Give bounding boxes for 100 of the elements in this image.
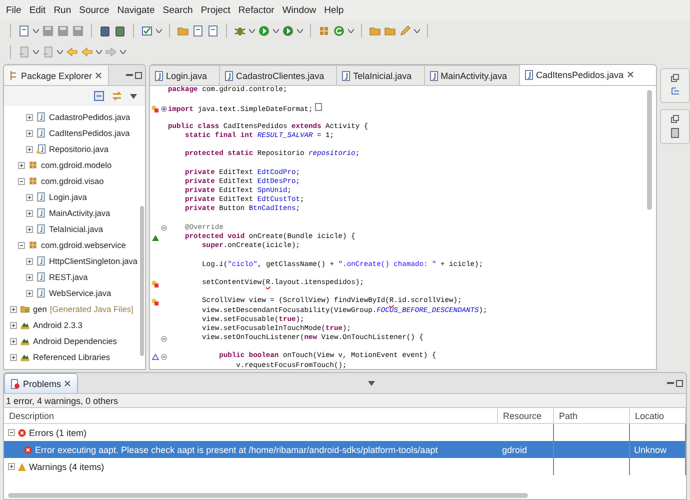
tree-item[interactable]: WebService.java <box>49 288 112 298</box>
view-menu-icon[interactable] <box>130 94 137 98</box>
expand-icon[interactable] <box>18 162 25 168</box>
scrollbar-thumb[interactable] <box>8 493 528 498</box>
run-icon[interactable] <box>282 24 294 36</box>
tree-item[interactable]: REST.java <box>49 272 88 282</box>
quick-fix-error-icon[interactable] <box>151 104 159 113</box>
tree-item[interactable]: gen <box>33 304 47 314</box>
tree-item[interactable]: Referenced Libraries <box>33 352 110 362</box>
editor-tab[interactable]: CadastroClientes.java <box>220 65 338 85</box>
new-file-icon[interactable] <box>207 24 219 36</box>
fold-expand-icon[interactable] <box>161 106 167 112</box>
package-icon[interactable] <box>318 24 330 36</box>
restore-icon[interactable] <box>671 74 679 82</box>
menu-item[interactable]: Source <box>75 4 114 16</box>
expand-icon[interactable] <box>26 274 33 280</box>
tree-item[interactable]: Login.java <box>49 192 87 202</box>
problem-group[interactable]: Warnings (4 items) <box>29 462 104 472</box>
menu-item[interactable]: Navigate <box>113 4 159 16</box>
quick-fix-error-icon[interactable] <box>151 280 159 288</box>
fold-collapse-icon[interactable] <box>161 336 167 342</box>
tree-item[interactable]: CadItensPedidos.java <box>49 128 130 138</box>
tree-item[interactable]: HttpClientSingleton.java <box>49 256 138 266</box>
close-icon[interactable] <box>626 71 634 78</box>
fold-collapse-icon[interactable] <box>161 225 167 232</box>
menu-item[interactable]: Edit <box>25 4 50 16</box>
outline-icon[interactable] <box>670 87 680 97</box>
tree-item[interactable]: com.gdroid.modelo <box>41 160 112 170</box>
menu-item[interactable]: File <box>2 4 26 16</box>
quick-fix-error-icon[interactable] <box>151 298 159 306</box>
tree-item[interactable]: Android Dependencies <box>33 336 117 346</box>
caret-icon[interactable] <box>33 50 39 54</box>
problem-group[interactable]: Errors (1 item) <box>29 428 87 438</box>
caret-icon[interactable] <box>156 28 162 32</box>
caret-icon[interactable] <box>297 28 303 32</box>
view-tab[interactable]: Package Explorer <box>4 66 110 85</box>
expand-icon[interactable] <box>8 463 15 470</box>
tree-item[interactable]: com.gdroid.visao <box>41 176 104 186</box>
collapse-all-icon[interactable] <box>94 91 104 101</box>
caret-icon[interactable] <box>120 50 126 54</box>
run-icon[interactable] <box>258 24 270 36</box>
editor-tab[interactable]: Login.java <box>150 65 220 85</box>
column-header[interactable]: Path <box>554 408 630 423</box>
restore-icon[interactable] <box>671 115 679 123</box>
new-project-icon[interactable] <box>177 24 189 36</box>
checkbox-icon[interactable] <box>141 24 153 36</box>
collapse-icon[interactable] <box>8 429 15 436</box>
editor-tab[interactable]: TelaInicial.java <box>337 65 425 85</box>
folder-icon[interactable] <box>384 24 396 36</box>
close-icon[interactable] <box>95 72 102 79</box>
caret-icon[interactable] <box>348 28 354 32</box>
caret-icon[interactable] <box>57 50 63 54</box>
link-arrows-icon[interactable] <box>112 91 122 101</box>
caret-icon[interactable] <box>273 28 279 32</box>
maximize-icon[interactable] <box>135 72 142 78</box>
editor-tab[interactable]: MainActivity.java <box>424 65 520 85</box>
expand-icon[interactable] <box>10 306 17 312</box>
menu-item[interactable]: Project <box>196 4 234 16</box>
expand-icon[interactable] <box>26 130 33 136</box>
collapse-icon[interactable] <box>18 178 25 184</box>
expand-icon[interactable] <box>10 338 17 344</box>
document-icon[interactable] <box>671 128 679 138</box>
class-icon[interactable] <box>333 24 345 36</box>
expand-icon[interactable] <box>10 354 17 360</box>
menu-item[interactable]: Search <box>158 4 197 16</box>
new-file-icon[interactable] <box>18 24 30 36</box>
problem-row[interactable]: Error executing aapt. Please check aapt is present at /home/ribamar/android-sdks/platform-tools/aapt gdroid Unknow <box>4 441 686 458</box>
menu-item[interactable]: Help <box>320 4 348 16</box>
caret-icon[interactable] <box>33 28 39 32</box>
caret-icon[interactable] <box>249 28 255 32</box>
tree-item[interactable]: com.gdroid.webservice <box>41 240 126 250</box>
tree-item[interactable]: Android 2.3.3 <box>33 320 82 330</box>
editor-tab[interactable]: CadItensPedidos.java <box>520 65 656 85</box>
view-menu-icon[interactable] <box>368 380 374 386</box>
expand-icon[interactable] <box>26 194 33 200</box>
caret-icon[interactable] <box>414 28 420 32</box>
expand-icon[interactable] <box>26 290 33 296</box>
tree-item[interactable]: TelaInicial.java <box>49 224 103 234</box>
view-tab[interactable]: Problems <box>4 373 78 393</box>
column-header[interactable]: Description <box>4 408 498 423</box>
fold-collapse-icon[interactable] <box>161 354 167 360</box>
close-icon[interactable] <box>64 380 72 387</box>
menu-item[interactable]: Run <box>50 4 76 16</box>
menu-item[interactable]: Refactor <box>234 4 278 16</box>
scrollbar-thumb[interactable] <box>646 90 652 210</box>
expand-icon[interactable] <box>26 210 33 216</box>
expand-icon[interactable] <box>26 146 33 152</box>
bug-icon[interactable] <box>234 24 246 36</box>
minimize-icon[interactable] <box>126 72 133 78</box>
menu-item[interactable]: Window <box>278 4 320 16</box>
column-header[interactable]: Locatio <box>630 408 686 423</box>
tree-item[interactable]: Repositorio.java <box>49 144 108 154</box>
tree-item[interactable]: MainActivity.java <box>49 208 110 218</box>
tree-item[interactable]: CadastroPedidos.java <box>49 112 130 122</box>
minimize-icon[interactable] <box>666 380 674 386</box>
folder-icon[interactable] <box>369 24 381 36</box>
maximize-icon[interactable] <box>676 380 683 386</box>
expand-icon[interactable] <box>26 114 33 120</box>
caret-icon[interactable] <box>96 50 102 54</box>
pencil-icon[interactable] <box>399 24 411 36</box>
